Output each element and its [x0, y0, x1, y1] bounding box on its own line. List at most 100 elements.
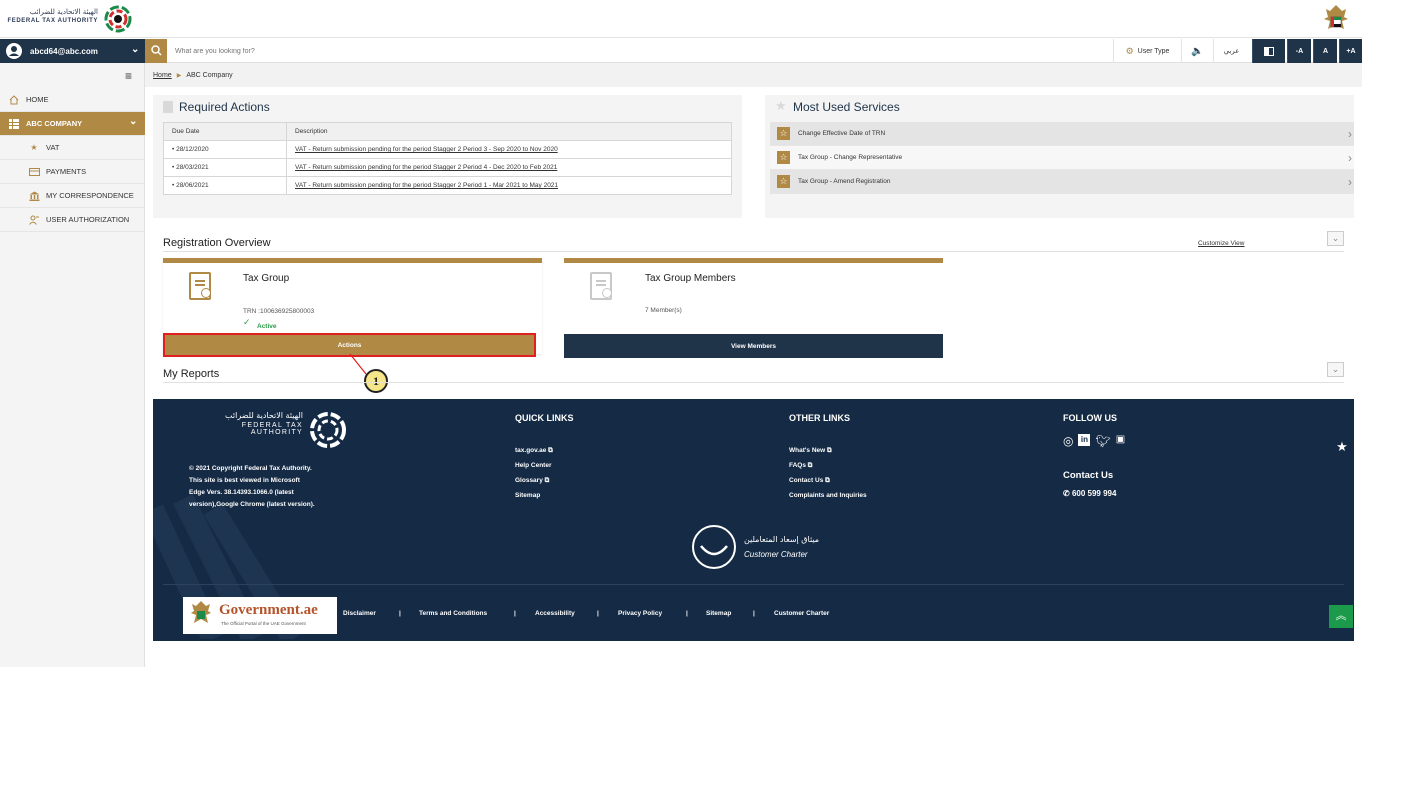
- footer-link-sitemap[interactable]: Sitemap: [706, 610, 731, 617]
- favorites-button[interactable]: ★: [1330, 435, 1354, 459]
- external-link-icon: ⧉: [827, 447, 832, 454]
- gov-logo-text: Government.ae: [219, 602, 318, 618]
- sidebar-item-payments[interactable]: PAYMENTS: [0, 160, 145, 184]
- required-actions-title: Required Actions: [179, 100, 270, 114]
- tax-group-members-card: Tax Group Members 7 Member(s) View Membe…: [564, 258, 943, 358]
- quick-link[interactable]: Help Center: [515, 462, 551, 469]
- search-button[interactable]: [145, 39, 167, 63]
- hamburger-menu-icon[interactable]: ≡: [125, 69, 132, 83]
- star-icon: ☆: [777, 127, 790, 140]
- other-link[interactable]: What's New ⧉: [789, 447, 832, 455]
- search-toolbar: ⚙ User Type 🔈 عربي -A A +A: [145, 39, 1362, 63]
- card-title: Tax Group Members: [645, 273, 736, 284]
- link-label: FAQs: [789, 462, 806, 469]
- divider: [163, 382, 1344, 383]
- quick-link[interactable]: Sitemap: [515, 492, 540, 499]
- user-type-button[interactable]: ⚙ User Type: [1113, 39, 1181, 63]
- service-item[interactable]: ☆ Tax Group - Change Representative ›: [770, 146, 1354, 170]
- social-icons: ◎ in 🐦︎ ▣: [1063, 434, 1125, 448]
- uae-emblem-icon: [1324, 5, 1348, 29]
- sidebar-item-vat[interactable]: ★ VAT: [0, 136, 145, 160]
- table-header-row: Due Date Description: [163, 122, 732, 141]
- star-icon: ★: [775, 98, 787, 113]
- sidebar-item-home[interactable]: HOME: [0, 88, 145, 112]
- customize-view-link[interactable]: Customize View: [1198, 240, 1244, 247]
- due-date: • 28/06/2021: [163, 176, 287, 195]
- fta-logo-icon: [310, 412, 346, 448]
- chevron-right-icon: ›: [1348, 151, 1352, 165]
- footer: الهيئة الاتحادية للضرائب FEDERAL TAX AUT…: [153, 399, 1354, 641]
- sidebar-item-label: USER AUTHORIZATION: [46, 215, 130, 224]
- footer-link-disclaimer[interactable]: Disclaimer: [343, 610, 376, 617]
- sidebar-item-abc-company[interactable]: ABC COMPANY ⌄: [0, 112, 145, 136]
- scroll-to-top-button[interactable]: ︽: [1329, 605, 1353, 628]
- contact-us-title: Contact Us: [1063, 470, 1114, 481]
- collapse-toggle-button[interactable]: ⌄: [1327, 231, 1344, 246]
- user-menu[interactable]: abcd64@abc.com ⌄: [0, 39, 145, 63]
- footer-logo-text: الهيئة الاتحادية للضرائب FEDERAL TAX AUT…: [188, 411, 303, 436]
- quick-links-title: QUICK LINKS: [515, 413, 574, 423]
- table-row: • 28/03/2021 VAT - Return submission pen…: [163, 158, 732, 177]
- other-link[interactable]: FAQs ⧉: [789, 462, 812, 470]
- breadcrumb-arrow-icon: ▶: [176, 72, 182, 79]
- action-description-link[interactable]: VAT - Return submission pending for the …: [286, 158, 732, 177]
- customer-charter-smile-icon[interactable]: [688, 524, 740, 570]
- other-link[interactable]: Contact Us ⧉: [789, 477, 830, 485]
- breadcrumb: Home ▶ ABC Company: [145, 63, 1362, 87]
- speaker-button[interactable]: 🔈: [1181, 39, 1213, 63]
- action-description-link[interactable]: VAT - Return submission pending for the …: [286, 140, 732, 159]
- required-actions-table: Due Date Description • 28/12/2020 VAT - …: [163, 122, 732, 195]
- contrast-button[interactable]: [1252, 39, 1285, 63]
- external-link-icon: ⧉: [544, 477, 550, 484]
- user-key-icon: [28, 215, 40, 225]
- arabic-language-button[interactable]: عربي: [1213, 39, 1249, 63]
- footer-link-terms[interactable]: Terms and Conditions: [419, 610, 487, 617]
- footer-link-privacy[interactable]: Privacy Policy: [618, 610, 662, 617]
- logo-english: FEDERAL TAX AUTHORITY: [7, 18, 98, 24]
- quick-link[interactable]: Glossary ⧉: [515, 477, 549, 485]
- column-header: Due Date: [163, 122, 287, 141]
- sidebar-item-my-correspondence[interactable]: MY CORRESPONDENCE: [0, 184, 145, 208]
- due-date: • 28/12/2020: [163, 140, 287, 159]
- sidebar-item-label: PAYMENTS: [46, 167, 87, 176]
- charter-arabic: ميثاق إسعاد المتعاملين: [744, 535, 820, 544]
- youtube-icon[interactable]: ▣: [1116, 434, 1125, 448]
- footer-link-customer-charter[interactable]: Customer Charter: [774, 610, 829, 617]
- action-description-link[interactable]: VAT - Return submission pending for the …: [286, 176, 732, 195]
- sidebar-item-label: HOME: [26, 95, 49, 104]
- phone-number[interactable]: ✆ 600 599 994: [1063, 489, 1116, 498]
- linkedin-icon[interactable]: in: [1078, 434, 1091, 446]
- logo-arabic: الهيئة الاتحادية للضرائب: [29, 8, 98, 16]
- contrast-icon: [1264, 46, 1274, 56]
- font-increase-button[interactable]: +A: [1339, 39, 1362, 63]
- other-links-title: OTHER LINKS: [789, 413, 851, 423]
- bank-icon: [28, 191, 40, 201]
- instagram-icon[interactable]: ◎: [1063, 434, 1073, 448]
- chevron-down-icon: ⌄: [129, 116, 138, 127]
- footer-logo-english: FEDERAL TAX AUTHORITY: [241, 422, 303, 436]
- separator: |: [514, 610, 516, 617]
- sidebar-item-user-authorization[interactable]: USER AUTHORIZATION: [0, 208, 145, 232]
- service-item[interactable]: ☆ Change Effective Date of TRN ›: [770, 122, 1354, 146]
- fta-logo-icon[interactable]: [104, 5, 132, 33]
- fta-logo-text[interactable]: الهيئة الاتحادية للضرائب FEDERAL TAX AUT…: [2, 8, 99, 26]
- other-link[interactable]: Complaints and Inquiries: [789, 492, 867, 499]
- view-members-button[interactable]: View Members: [564, 334, 943, 358]
- quick-link[interactable]: tax.gov.ae ⧉: [515, 447, 553, 455]
- phone-icon: ✆: [1063, 489, 1070, 498]
- government-ae-logo[interactable]: Government.ae The Official Portal of the…: [183, 597, 337, 634]
- collapse-toggle-button[interactable]: ⌄: [1327, 362, 1344, 377]
- font-normal-button[interactable]: A: [1313, 39, 1337, 63]
- twitter-icon[interactable]: 🐦︎: [1095, 434, 1110, 448]
- link-label: What's New: [789, 447, 826, 454]
- user-email: abcd64@abc.com: [30, 47, 98, 56]
- chevron-right-icon: ›: [1348, 127, 1352, 141]
- service-item[interactable]: ☆ Tax Group - Amend Registration ›: [770, 170, 1354, 194]
- browser-note-line: version),Google Chrome (latest version).: [189, 501, 315, 508]
- service-label: Change Effective Date of TRN: [798, 130, 886, 137]
- document-icon: [189, 272, 211, 300]
- breadcrumb-home-link[interactable]: Home: [153, 72, 172, 79]
- search-input[interactable]: [175, 43, 775, 59]
- footer-link-accessibility[interactable]: Accessibility: [535, 610, 575, 617]
- font-decrease-button[interactable]: -A: [1287, 39, 1311, 63]
